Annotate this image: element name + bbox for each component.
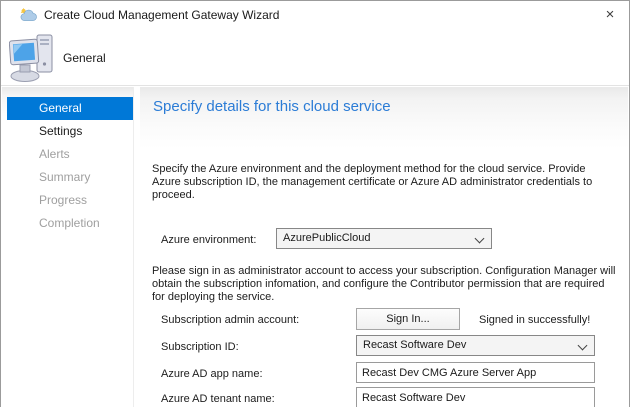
wizard-content-pane: Specify details for this cloud service S… [140,87,628,407]
azure-environment-value: AzurePublicCloud [283,232,370,244]
wizard-nav-sidebar: General Settings Alerts Summary Progress… [2,87,134,407]
computer-icon [9,32,59,84]
wizard-window: Create Cloud Management Gateway Wizard ×… [0,0,630,407]
sign-in-button[interactable]: Sign In... [356,308,460,330]
tenant-name-label: Azure AD tenant name: [161,393,275,405]
admin-account-label: Subscription admin account: [161,314,299,326]
close-icon: × [606,6,615,23]
app-name-label: Azure AD app name: [161,368,263,380]
close-button[interactable]: × [595,1,625,27]
title-bar: Create Cloud Management Gateway Wizard × [1,1,629,29]
tenant-name-input[interactable] [356,387,595,407]
nav-item-general[interactable]: General [7,97,133,120]
subscription-id-select[interactable]: Recast Software Dev [356,335,595,356]
chevron-down-icon [578,341,588,351]
azure-environment-label: Azure environment: [161,234,256,246]
nav-item-settings[interactable]: Settings [7,120,133,143]
subscription-id-label: Subscription ID: [161,341,239,353]
wizard-header: General [1,29,629,86]
signin-note-text: Please sign in as administrator account … [152,265,620,304]
nav-item-summary: Summary [7,166,133,189]
nav-item-alerts: Alerts [7,143,133,166]
nav-item-progress: Progress [7,189,133,212]
signin-status-text: Signed in successfully! [479,314,590,326]
page-title: Specify details for this cloud service [153,98,391,115]
window-title: Create Cloud Management Gateway Wizard [44,8,279,22]
app-name-input[interactable] [356,362,595,383]
intro-text: Specify the Azure environment and the de… [152,163,614,202]
azure-environment-select[interactable]: AzurePublicCloud [276,228,492,249]
cloud-icon [20,8,37,22]
header-page-title: General [63,51,106,65]
nav-item-completion: Completion [7,212,133,235]
chevron-down-icon [475,234,485,244]
subscription-id-value: Recast Software Dev [363,339,466,351]
